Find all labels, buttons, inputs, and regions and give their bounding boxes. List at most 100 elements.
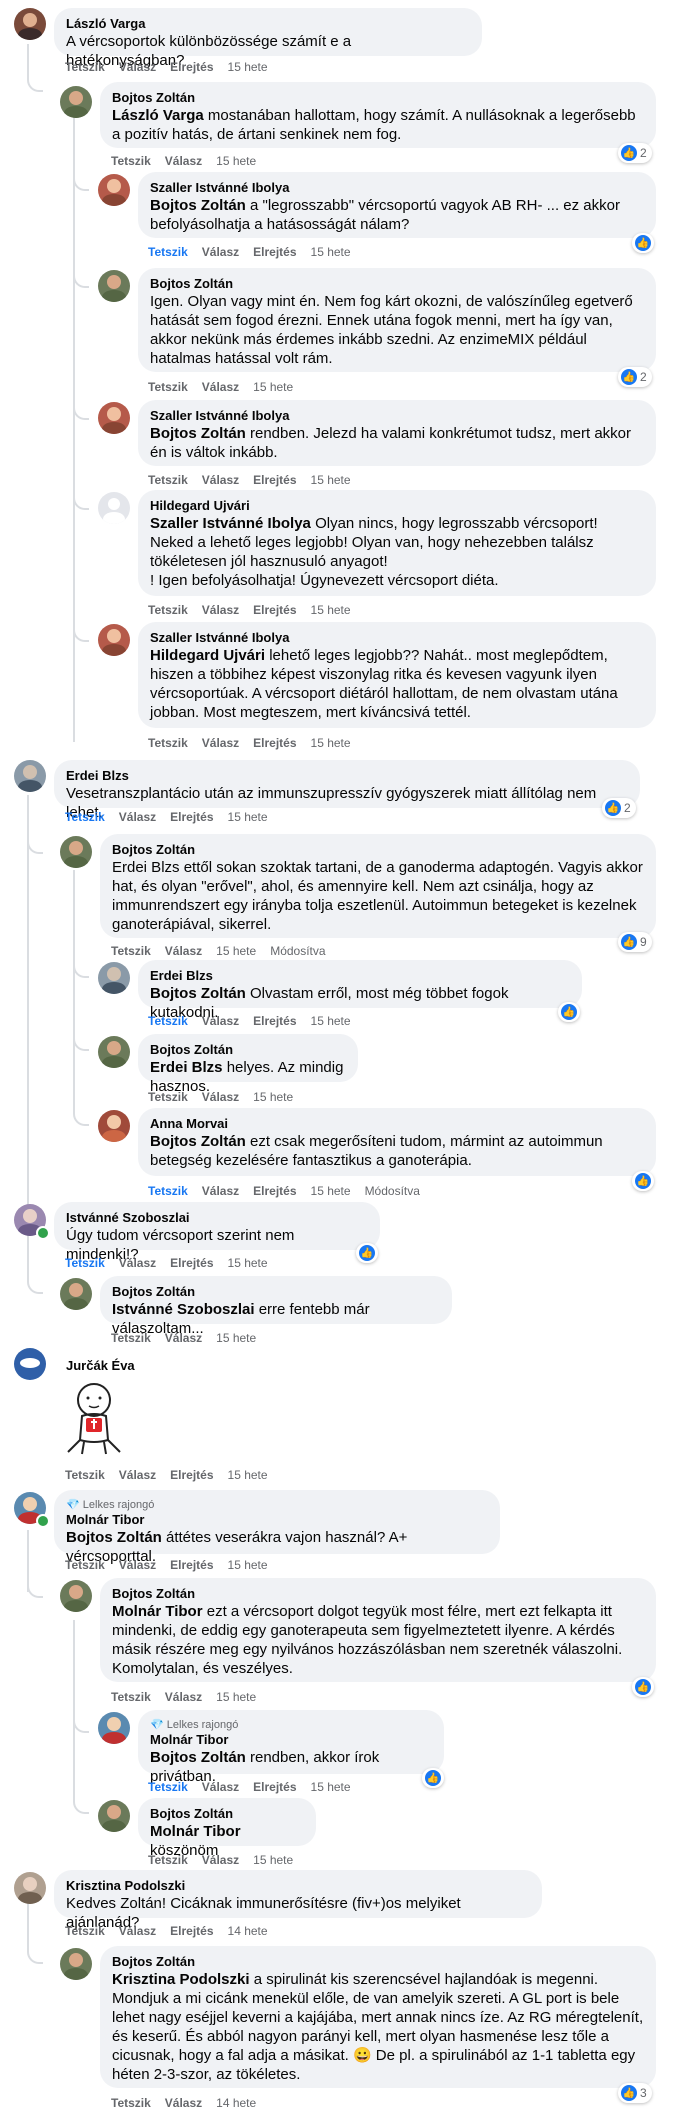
reply-button[interactable]: Válasz [119, 1468, 156, 1482]
author-name[interactable]: Bojtos Zoltán [112, 1586, 644, 1602]
reply-button[interactable]: Válasz [202, 245, 239, 259]
like-button[interactable]: Tetszik [148, 603, 188, 617]
timestamp[interactable]: 15 hete [228, 810, 268, 824]
hide-button[interactable]: Elrejtés [170, 1256, 213, 1270]
avatar[interactable] [98, 1800, 130, 1832]
reply-button[interactable]: Válasz [119, 1558, 156, 1572]
like-button[interactable]: Tetszik [65, 1256, 105, 1270]
reaction-count[interactable]: 👍 2 [618, 367, 652, 387]
author-name[interactable]: Bojtos Zoltán [112, 1954, 644, 1970]
timestamp[interactable]: 15 hete [253, 1853, 293, 1867]
reply-button[interactable]: Válasz [202, 603, 239, 617]
author-name[interactable]: Szaller Istvánné Ibolya [150, 408, 644, 424]
timestamp[interactable]: 15 hete [216, 1331, 256, 1345]
timestamp[interactable]: 15 hete [253, 380, 293, 394]
reaction-count[interactable]: 👍 [356, 1243, 378, 1263]
reaction-count[interactable]: 👍 [632, 1171, 654, 1191]
avatar[interactable] [60, 1580, 92, 1612]
like-button[interactable]: Tetszik [148, 736, 188, 750]
reply-button[interactable]: Válasz [202, 380, 239, 394]
avatar[interactable] [98, 1110, 130, 1142]
mention-link[interactable]: Hildegard Ujvári [150, 647, 265, 664]
author-name[interactable]: Molnár Tibor [150, 1732, 432, 1748]
avatar[interactable] [98, 962, 130, 994]
hide-button[interactable]: Elrejtés [253, 1184, 296, 1198]
mention-link[interactable]: Bojtos Zoltán [150, 1133, 246, 1150]
sticker-image[interactable] [54, 1378, 134, 1458]
reply-button[interactable]: Válasz [202, 1853, 239, 1867]
avatar[interactable] [60, 1948, 92, 1980]
like-button[interactable]: Tetszik [148, 1780, 188, 1794]
hide-button[interactable]: Elrejtés [170, 1468, 213, 1482]
like-button[interactable]: Tetszik [65, 1558, 105, 1572]
like-button[interactable]: Tetszik [65, 60, 105, 74]
reply-button[interactable]: Válasz [119, 1256, 156, 1270]
reply-button[interactable]: Válasz [202, 1780, 239, 1794]
reply-button[interactable]: Válasz [165, 1331, 202, 1345]
avatar[interactable] [14, 760, 46, 792]
reaction-count[interactable]: 👍 [632, 233, 654, 253]
avatar[interactable] [14, 1872, 46, 1904]
edited-label[interactable]: Módosítva [270, 944, 325, 958]
like-button[interactable]: Tetszik [148, 245, 188, 259]
like-button[interactable]: Tetszik [148, 380, 188, 394]
author-name[interactable]: Szaller Istvánné Ibolya [150, 180, 644, 196]
avatar[interactable] [98, 402, 130, 434]
reaction-count[interactable]: 👍 9 [618, 932, 652, 952]
timestamp[interactable]: 14 hete [216, 2096, 256, 2110]
mention-link[interactable]: Bojtos Zoltán [150, 197, 246, 214]
reply-button[interactable]: Válasz [119, 810, 156, 824]
mention-link[interactable]: Molnár Tibor [150, 1823, 241, 1840]
avatar[interactable] [98, 270, 130, 302]
reaction-count[interactable]: 👍 [632, 1677, 654, 1697]
like-button[interactable]: Tetszik [111, 1331, 151, 1345]
like-button[interactable]: Tetszik [111, 944, 151, 958]
edited-label[interactable]: Módosítva [365, 1184, 420, 1198]
mention-link[interactable]: Bojtos Zoltán [150, 1749, 246, 1766]
like-button[interactable]: Tetszik [65, 1924, 105, 1938]
author-name[interactable]: Jurčák Éva [66, 1358, 135, 1374]
timestamp[interactable]: 15 hete [216, 944, 256, 958]
reply-button[interactable]: Válasz [165, 2096, 202, 2110]
timestamp[interactable]: 15 hete [311, 736, 351, 750]
reaction-count[interactable]: 👍 2 [618, 143, 652, 163]
mention-link[interactable]: Bojtos Zoltán [150, 985, 246, 1002]
reply-button[interactable]: Válasz [165, 1690, 202, 1704]
like-button[interactable]: Tetszik [111, 1690, 151, 1704]
author-name[interactable]: Bojtos Zoltán [112, 1284, 440, 1300]
reaction-count[interactable]: 👍 [558, 1002, 580, 1022]
timestamp[interactable]: 15 hete [228, 1468, 268, 1482]
author-name[interactable]: Hildegard Ujvári [150, 498, 644, 514]
hide-button[interactable]: Elrejtés [170, 1924, 213, 1938]
avatar[interactable] [14, 8, 46, 40]
reply-button[interactable]: Válasz [202, 736, 239, 750]
hide-button[interactable]: Elrejtés [170, 1558, 213, 1572]
author-name[interactable]: László Varga [66, 16, 470, 32]
hide-button[interactable]: Elrejtés [170, 810, 213, 824]
author-name[interactable]: Bojtos Zoltán [112, 90, 644, 106]
hide-button[interactable]: Elrejtés [253, 1780, 296, 1794]
like-button[interactable]: Tetszik [148, 1853, 188, 1867]
timestamp[interactable]: 15 hete [216, 154, 256, 168]
mention-link[interactable]: Bojtos Zoltán [150, 425, 246, 442]
hide-button[interactable]: Elrejtés [170, 60, 213, 74]
author-name[interactable]: Molnár Tibor [66, 1512, 488, 1528]
reply-button[interactable]: Válasz [119, 60, 156, 74]
reply-button[interactable]: Válasz [119, 1924, 156, 1938]
avatar[interactable] [98, 1036, 130, 1068]
author-name[interactable]: Bojtos Zoltán [150, 276, 644, 292]
like-button[interactable]: Tetszik [65, 810, 105, 824]
author-name[interactable]: Szaller Istvánné Ibolya [150, 630, 644, 646]
timestamp[interactable]: 15 hete [311, 473, 351, 487]
hide-button[interactable]: Elrejtés [253, 603, 296, 617]
author-name[interactable]: Bojtos Zoltán [150, 1042, 346, 1058]
mention-link[interactable]: Molnár Tibor [112, 1603, 203, 1620]
like-button[interactable]: Tetszik [148, 1014, 188, 1028]
reaction-count[interactable]: 👍 2 [602, 798, 636, 818]
reply-button[interactable]: Válasz [202, 1184, 239, 1198]
reply-button[interactable]: Válasz [202, 1090, 239, 1104]
avatar[interactable] [14, 1348, 46, 1380]
avatar[interactable] [60, 86, 92, 118]
reply-button[interactable]: Válasz [165, 944, 202, 958]
author-name[interactable]: Anna Morvai [150, 1116, 644, 1132]
